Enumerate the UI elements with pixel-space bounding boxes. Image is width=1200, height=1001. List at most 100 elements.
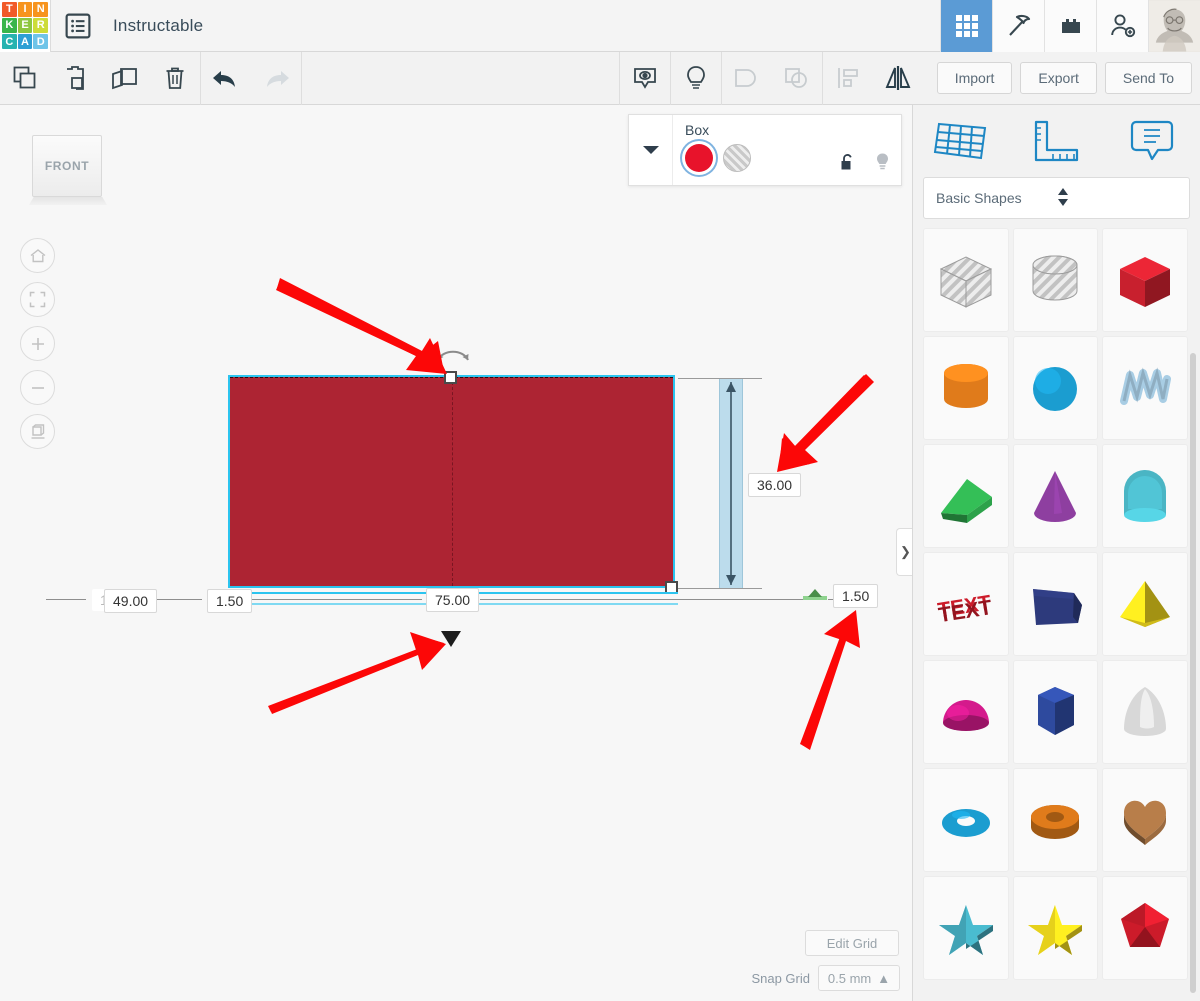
shape-box[interactable] — [1102, 228, 1188, 332]
shape-polyhedron[interactable] — [1102, 876, 1188, 980]
left-offset-dim-label[interactable]: 49.00 — [104, 589, 158, 613]
shape-polygon[interactable] — [1012, 660, 1099, 764]
hamburger-menu-icon[interactable] — [51, 0, 105, 52]
shape-star[interactable] — [1012, 876, 1099, 980]
shape-text[interactable]: TEXT TEXT — [923, 552, 1009, 656]
zoom-in-icon[interactable] — [20, 326, 55, 361]
rotate-handle-icon[interactable] — [436, 345, 470, 363]
shape-sphere[interactable] — [1012, 336, 1099, 440]
object-name: Box — [685, 122, 710, 138]
logo-tile-t: T — [2, 1, 17, 17]
stepper-icon — [1057, 187, 1178, 210]
shapes-grid: TEXT TEXT — [913, 228, 1200, 980]
snap-grid-row: Snap Grid 0.5 mm ▲ — [700, 965, 900, 991]
send-to-button[interactable]: Send To — [1104, 62, 1192, 94]
plane-line-mid2 — [252, 599, 422, 600]
width-dim-label[interactable]: 75.00 — [426, 588, 480, 612]
shape-category-value: Basic Shapes — [936, 190, 1022, 206]
home-view-icon[interactable] — [20, 238, 55, 273]
align-icon[interactable] — [823, 52, 873, 104]
plane-line-left — [46, 599, 86, 600]
tinkercad-logo[interactable]: TINKERCAD — [0, 0, 50, 52]
mirror-flip-icon[interactable] — [873, 52, 923, 104]
redo-icon[interactable] — [251, 52, 301, 104]
edit-grid-button[interactable]: Edit Grid — [805, 930, 899, 956]
shape-cone[interactable] — [1012, 444, 1099, 548]
shape-wedge[interactable] — [1012, 552, 1099, 656]
logo-tile-c: C — [2, 34, 17, 50]
panel-tool-icons — [913, 105, 1200, 177]
orthographic-toggle-icon[interactable] — [20, 414, 55, 449]
add-person-icon[interactable] — [1096, 0, 1148, 52]
solid-color-swatch[interactable] — [685, 144, 713, 172]
shape-cylinder[interactable] — [923, 336, 1009, 440]
center-marker-triangle[interactable] — [441, 630, 461, 648]
view-cube[interactable]: FRONT — [32, 135, 102, 197]
import-button[interactable]: Import — [936, 62, 1013, 94]
logo-tile-i: I — [17, 1, 33, 17]
lightbulb-icon[interactable] — [671, 52, 721, 104]
notes-icon[interactable] — [1104, 117, 1200, 165]
dim-tick-bottom — [678, 588, 762, 589]
chevron-up-icon: ▲ — [877, 970, 891, 986]
snap-grid-label: Snap Grid — [751, 970, 810, 986]
shape-half-sphere[interactable] — [923, 660, 1009, 764]
export-button[interactable]: Export — [1020, 62, 1097, 94]
shapes-side-panel: Basic Shapes TEXT TEXT — [912, 105, 1200, 1001]
logo-tile-r: R — [33, 17, 48, 34]
center-dash — [451, 377, 453, 586]
logo-tile-k: K — [2, 17, 17, 34]
height-dim-label[interactable]: 36.00 — [748, 473, 802, 497]
shape-box-hole[interactable] — [923, 228, 1009, 332]
hole-swatch[interactable] — [723, 144, 751, 172]
group-icon[interactable] — [722, 52, 772, 104]
ruler-icon[interactable] — [1009, 118, 1105, 164]
box-object[interactable] — [228, 375, 675, 588]
workplane-icon[interactable] — [913, 118, 1009, 164]
plane-line-mid3 — [480, 599, 820, 600]
object-properties-panel: Box — [628, 114, 902, 186]
shape-paraboloid[interactable] — [1102, 660, 1188, 764]
shape-star-thin[interactable] — [923, 876, 1009, 980]
panel-scrollbar[interactable] — [1190, 353, 1196, 993]
right-dim-label[interactable]: 1.50 — [833, 584, 879, 608]
unlock-icon[interactable] — [839, 153, 856, 177]
shape-heart[interactable] — [1102, 768, 1188, 872]
paste-icon[interactable] — [50, 52, 100, 104]
fit-to-view-icon[interactable] — [20, 282, 55, 317]
edit-toolbar: Import Export Send To — [0, 51, 1200, 105]
shape-tube[interactable] — [1012, 768, 1099, 872]
top-right-actions — [940, 0, 1200, 52]
tinkercad-app: TINKERCAD Instructable Import Export Sen… — [0, 0, 1200, 1001]
green-snap-marker[interactable] — [803, 589, 827, 600]
shape-roof[interactable] — [923, 444, 1009, 548]
lightbulb-icon[interactable] — [874, 152, 891, 177]
collapse-panel-button[interactable] — [629, 115, 673, 185]
document-title[interactable]: Instructable — [113, 16, 203, 36]
shape-torus[interactable] — [923, 768, 1009, 872]
shape-pyramid[interactable] — [1102, 552, 1188, 656]
divider — [301, 51, 302, 105]
shape-cylinder-hole[interactable] — [1012, 228, 1099, 332]
grid-apps-icon[interactable] — [940, 0, 992, 52]
user-avatar[interactable] — [1148, 0, 1200, 52]
lego-brick-icon[interactable] — [1044, 0, 1096, 52]
shape-half-cylinder[interactable] — [1102, 444, 1188, 548]
pickaxe-minecraft-icon[interactable] — [992, 0, 1044, 52]
snap-grid-value: 0.5 mm — [827, 970, 872, 986]
snap-grid-select[interactable]: 0.5 mm ▲ — [818, 965, 900, 991]
height-dimension-arrow — [726, 382, 736, 585]
visibility-eye-icon[interactable] — [620, 52, 670, 104]
delete-trash-icon[interactable] — [150, 52, 200, 104]
top-center-handle[interactable] — [444, 371, 457, 384]
left-inner-dim-label[interactable]: 1.50 — [207, 589, 253, 613]
plane-line-mid1 — [152, 599, 202, 600]
zoom-out-icon[interactable] — [20, 370, 55, 405]
copy-icon[interactable] — [0, 52, 50, 104]
shape-category-select[interactable]: Basic Shapes — [923, 177, 1190, 219]
shape-scribble[interactable] — [1102, 336, 1188, 440]
undo-icon[interactable] — [201, 52, 251, 104]
logo-tile-n: N — [33, 1, 48, 17]
ungroup-icon[interactable] — [772, 52, 822, 104]
duplicate-icon[interactable] — [100, 52, 150, 104]
